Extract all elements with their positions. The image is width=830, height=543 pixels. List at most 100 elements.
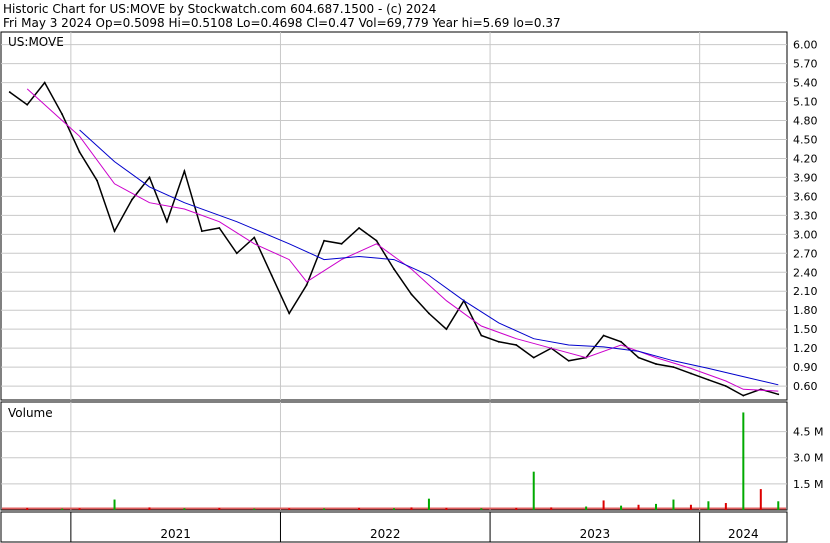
price-point bbox=[288, 312, 291, 315]
volume-tick-label: 3.0 M bbox=[793, 452, 823, 465]
volume-bar bbox=[253, 508, 256, 510]
price-point bbox=[620, 340, 622, 343]
price-point bbox=[428, 312, 430, 315]
price-point bbox=[567, 359, 570, 362]
price-point bbox=[43, 81, 46, 84]
price-tick-label: 1.20 bbox=[793, 342, 818, 355]
volume-bar bbox=[288, 508, 291, 510]
price-point bbox=[253, 236, 256, 239]
volume-bar bbox=[61, 508, 64, 510]
volume-bar bbox=[707, 501, 710, 510]
price-point bbox=[131, 198, 133, 201]
price-point bbox=[480, 334, 483, 337]
price-tick-label: 4.80 bbox=[793, 115, 818, 128]
volume-bar bbox=[655, 503, 657, 510]
price-tick-label: 4.20 bbox=[793, 152, 818, 165]
price-tick-label: 2.40 bbox=[793, 266, 818, 279]
price-point bbox=[96, 179, 98, 182]
price-point bbox=[61, 113, 64, 116]
volume-bar bbox=[550, 507, 553, 510]
price-point bbox=[8, 91, 11, 93]
year-tick-label: 2022 bbox=[370, 527, 401, 541]
volume-bar bbox=[445, 507, 448, 510]
volume-bar bbox=[585, 506, 588, 510]
price-panel-title: US:MOVE bbox=[8, 35, 64, 49]
price-point bbox=[742, 394, 745, 397]
volume-bar bbox=[532, 471, 535, 510]
price-point bbox=[707, 378, 710, 381]
volume-bar bbox=[742, 412, 745, 510]
price-point bbox=[410, 293, 413, 296]
price-tick-label: 0.60 bbox=[793, 380, 818, 393]
price-tick-label: 3.00 bbox=[793, 228, 818, 241]
price-tick-label: 6.00 bbox=[793, 39, 818, 52]
volume-bar bbox=[480, 508, 483, 510]
volume-bar bbox=[620, 505, 623, 510]
volume-bar bbox=[410, 507, 413, 510]
price-point bbox=[497, 340, 500, 343]
price-tick-label: 5.10 bbox=[793, 96, 818, 109]
price-point bbox=[166, 220, 168, 223]
price-tick-label: 4.50 bbox=[793, 133, 818, 146]
price-tick-label: 1.50 bbox=[793, 323, 818, 336]
price-tick-label: 5.40 bbox=[793, 77, 818, 90]
year-tick-label: 2021 bbox=[160, 527, 191, 541]
price-point bbox=[445, 328, 448, 331]
header-line-1: Historic Chart for US:MOVE by Stockwatch… bbox=[3, 2, 436, 16]
price-point bbox=[777, 393, 780, 396]
volume-bar bbox=[393, 508, 395, 510]
price-tick-label: 5.70 bbox=[793, 58, 818, 71]
price-tick-label: 3.30 bbox=[793, 209, 818, 222]
price-tick-label: 1.80 bbox=[793, 304, 818, 317]
price-point bbox=[183, 170, 186, 173]
volume-tick-label: 1.5 M bbox=[793, 478, 823, 491]
price-tick-label: 2.70 bbox=[793, 247, 818, 260]
price-point bbox=[358, 227, 360, 229]
price-point bbox=[724, 385, 727, 387]
volume-tick-label: 4.5 M bbox=[793, 426, 823, 439]
stock-chart: Historic Chart for US:MOVE by Stockwatch… bbox=[0, 0, 830, 543]
price-point bbox=[305, 284, 308, 286]
price-point bbox=[602, 334, 605, 337]
price-point bbox=[637, 356, 640, 359]
price-tick-label: 0.90 bbox=[793, 361, 818, 374]
price-point bbox=[515, 344, 518, 346]
price-tick-label: 2.10 bbox=[793, 285, 818, 298]
volume-bar bbox=[26, 507, 29, 510]
price-panel bbox=[0, 31, 788, 401]
volume-bar bbox=[724, 503, 727, 510]
price-point bbox=[323, 239, 326, 242]
volume-bar bbox=[777, 501, 780, 510]
volume-bar bbox=[427, 498, 430, 510]
price-point bbox=[375, 239, 378, 242]
price-point bbox=[113, 230, 116, 233]
volume-bar bbox=[183, 508, 186, 510]
volume-bar bbox=[689, 504, 692, 510]
price-tick-label: 3.60 bbox=[793, 190, 818, 203]
price-point bbox=[532, 356, 535, 359]
volume-bar bbox=[602, 500, 605, 510]
price-point bbox=[78, 151, 81, 154]
header-line-2: Fri May 3 2024 Op=0.5098 Hi=0.5108 Lo=0.… bbox=[3, 16, 561, 30]
year-tick-label: 2024 bbox=[728, 527, 759, 541]
volume-bar bbox=[78, 508, 81, 510]
price-point bbox=[200, 230, 203, 233]
price-point bbox=[235, 252, 238, 255]
chart-canvas: Historic Chart for US:MOVE by Stockwatch… bbox=[0, 2, 823, 543]
volume-bar bbox=[148, 507, 151, 510]
price-point bbox=[270, 274, 273, 277]
price-point bbox=[690, 372, 692, 375]
price-point bbox=[340, 242, 343, 245]
price-point bbox=[672, 366, 675, 369]
volume-bar bbox=[218, 507, 221, 510]
price-point bbox=[655, 363, 657, 365]
price-point bbox=[148, 176, 151, 179]
volume-bar bbox=[358, 507, 361, 510]
price-point bbox=[26, 103, 29, 106]
volume-bar bbox=[672, 499, 675, 510]
volume-bar bbox=[759, 489, 762, 510]
volume-bar bbox=[113, 499, 116, 510]
volume-panel-title: Volume bbox=[8, 406, 53, 420]
volume-panel bbox=[0, 401, 788, 511]
volume-bar bbox=[323, 508, 326, 510]
